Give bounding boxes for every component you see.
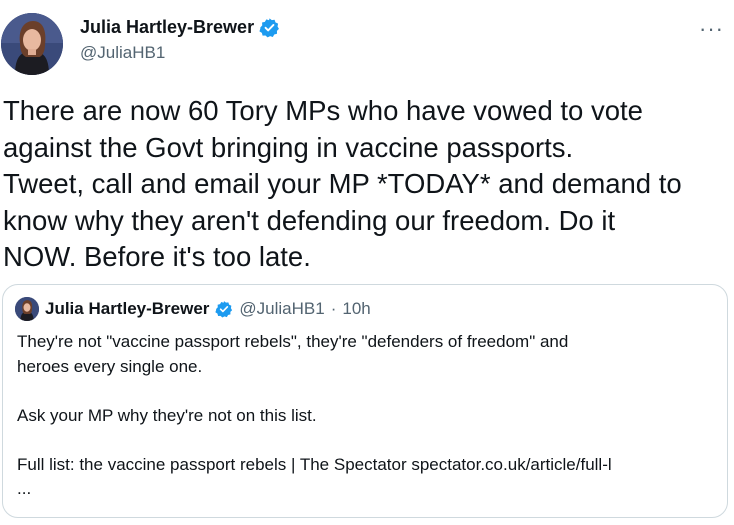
author-name-text: Julia Hartley-Brewer: [80, 17, 255, 37]
author-avatar-image: [1, 13, 63, 75]
quoted-author-avatar[interactable]: [15, 297, 39, 321]
quoted-timestamp[interactable]: 10h: [342, 299, 370, 319]
author-handle[interactable]: @JuliaHB1: [80, 43, 165, 63]
verified-badge-icon: [259, 18, 280, 38]
more-options-icon[interactable]: ···: [699, 16, 724, 42]
quoted-tweet-header: Julia Hartley-Brewer @JuliaHB1 · 10h: [15, 297, 371, 321]
quoted-tweet-text: They're not "vaccine passport rebels", t…: [17, 332, 612, 498]
quoted-meta-separator: ·: [330, 299, 337, 318]
quoted-author-handle[interactable]: @JuliaHB1: [239, 299, 324, 319]
quoted-author-name[interactable]: Julia Hartley-Brewer: [45, 299, 209, 319]
quoted-verified-badge-icon: [215, 301, 233, 318]
quoted-avatar-image: [15, 297, 39, 321]
author-avatar[interactable]: [1, 13, 63, 75]
author-display-name[interactable]: Julia Hartley-Brewer: [80, 17, 280, 38]
tweet-text: There are now 60 Tory MPs who have vowed…: [3, 95, 682, 272]
quoted-tweet[interactable]: Julia Hartley-Brewer @JuliaHB1 · 10h The…: [2, 284, 728, 518]
